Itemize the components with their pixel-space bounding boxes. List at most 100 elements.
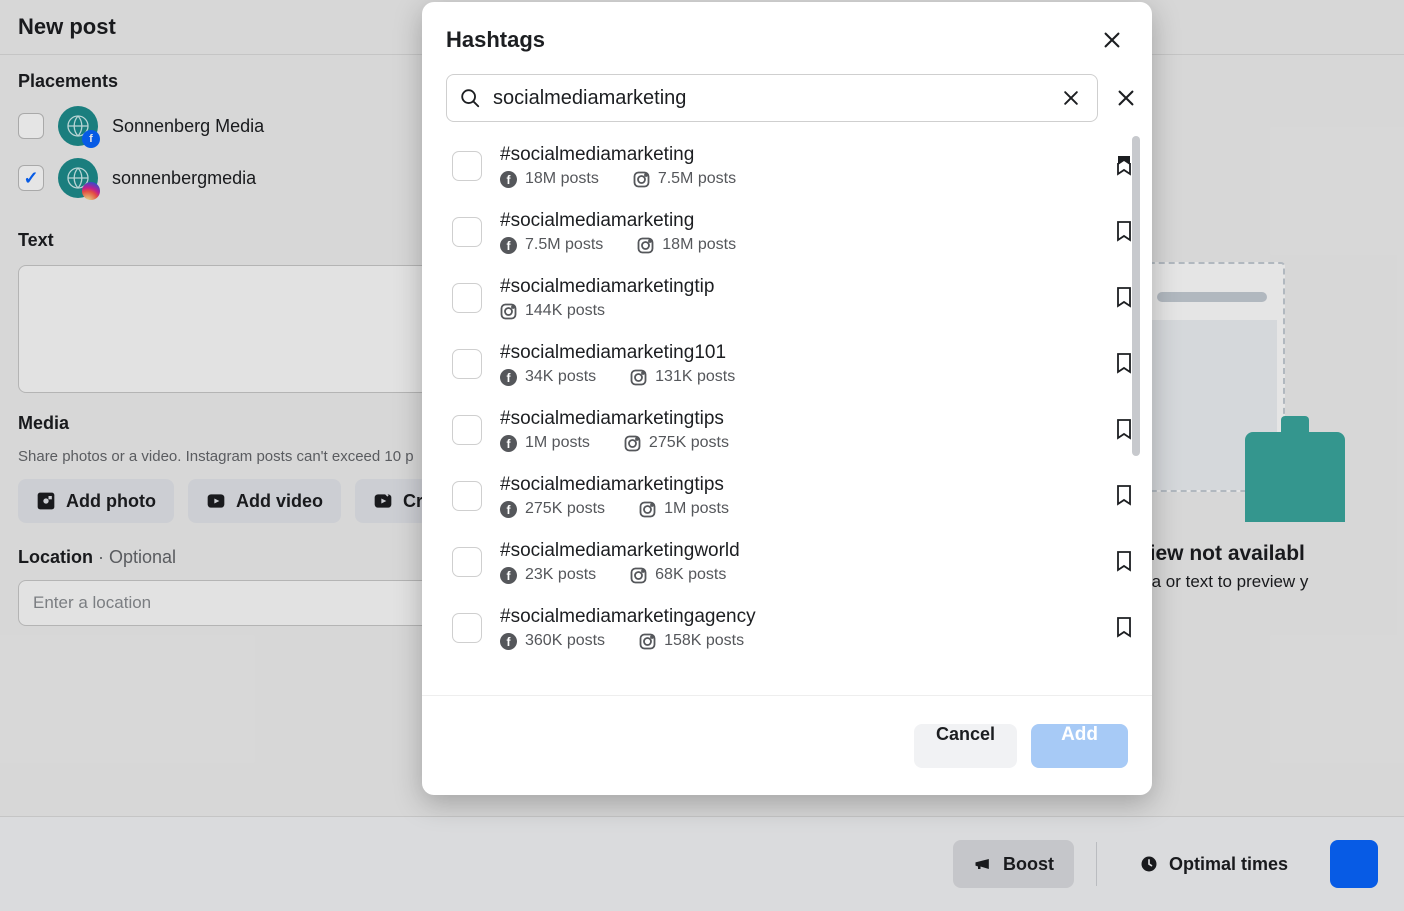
- hashtag-result-row: #socialmediamarketingagency f360K posts 15…: [446, 598, 1144, 656]
- ig-post-count: 275K posts: [624, 434, 729, 452]
- bookmark-icon: [1112, 483, 1136, 507]
- hashtag-text: #socialmediamarketing: [500, 144, 1094, 166]
- instagram-icon: [630, 369, 647, 386]
- location-label: Location: [18, 547, 93, 567]
- hashtag-search-input[interactable]: [493, 87, 1045, 110]
- add-photo-button[interactable]: Add photo: [18, 479, 174, 523]
- hashtags-modal: Hashtags #socialmediamarketingf18M posts…: [422, 2, 1152, 795]
- megaphone-icon: [973, 854, 993, 874]
- instagram-icon: [639, 501, 656, 518]
- hashtag-checkbox[interactable]: [452, 547, 482, 577]
- hashtag-text: #socialmediamarketing: [500, 210, 1094, 232]
- hashtag-checkbox[interactable]: [452, 415, 482, 445]
- hashtag-text: #socialmediamarketingtips: [500, 408, 1094, 430]
- clock-icon: [1139, 854, 1159, 874]
- close-icon: [1061, 88, 1081, 108]
- location-optional: · Optional: [93, 547, 176, 567]
- hashtag-result-row: #socialmediamarketing101 f34K posts 131K p…: [446, 334, 1144, 400]
- add-button[interactable]: Add: [1031, 724, 1128, 768]
- bookmark-button[interactable]: [1112, 549, 1138, 575]
- search-icon: [459, 87, 481, 109]
- fb-post-count: f360K posts: [500, 632, 605, 650]
- fb-post-count: f1M posts: [500, 434, 590, 452]
- instagram-icon: [630, 567, 647, 584]
- ig-post-count: 131K posts: [630, 368, 735, 386]
- fb-post-count: f34K posts: [500, 368, 596, 386]
- add-video-button[interactable]: Add video: [188, 479, 341, 523]
- fb-post-count: f7.5M posts: [500, 236, 603, 254]
- placement-avatar: f: [58, 106, 98, 146]
- photo-icon: [36, 491, 56, 511]
- facebook-icon: f: [500, 435, 517, 452]
- hashtag-checkbox[interactable]: [452, 349, 482, 379]
- bookmark-icon: [1112, 615, 1136, 639]
- ig-post-count: 1M posts: [639, 500, 729, 518]
- boost-button[interactable]: Boost: [953, 840, 1074, 888]
- facebook-icon: f: [500, 171, 517, 188]
- hashtag-text: #socialmediamarketingtip: [500, 276, 1094, 298]
- close-icon: [1115, 87, 1137, 109]
- facebook-icon: f: [500, 369, 517, 386]
- cancel-button[interactable]: Cancel: [914, 724, 1017, 768]
- hashtag-text: #socialmediamarketingagency: [500, 606, 1094, 628]
- facebook-icon: f: [500, 501, 517, 518]
- fb-post-count: f18M posts: [500, 170, 599, 188]
- hashtag-checkbox[interactable]: [452, 613, 482, 643]
- instagram-icon: [637, 237, 654, 254]
- placement-checkbox[interactable]: [18, 113, 44, 139]
- placement-name: sonnenbergmedia: [112, 168, 256, 189]
- close-icon: [1101, 29, 1123, 51]
- hashtag-text: #socialmediamarketingtips: [500, 474, 1094, 496]
- video-icon: [206, 491, 226, 511]
- reel-icon: [373, 491, 393, 511]
- instagram-icon: [624, 435, 641, 452]
- ig-post-count: 7.5M posts: [633, 170, 736, 188]
- optimal-times-label: Optimal times: [1169, 854, 1288, 875]
- bottom-divider: [1096, 842, 1097, 886]
- facebook-icon: f: [500, 567, 517, 584]
- hashtag-result-row: #socialmediamarketingtips f275K posts 1M p…: [446, 466, 1144, 532]
- bookmark-button[interactable]: [1112, 615, 1138, 641]
- placement-avatar: [58, 158, 98, 198]
- hashtag-result-row: #socialmediamarketingtips f1M posts 275K p…: [446, 400, 1144, 466]
- boost-label: Boost: [1003, 854, 1054, 875]
- instagram-badge-icon: [82, 182, 100, 200]
- instagram-icon: [633, 171, 650, 188]
- hashtag-result-row: #socialmediamarketing f7.5M posts 18M post…: [446, 202, 1144, 268]
- hashtag-result-row: #socialmediamarketing f18M posts 7.5M post…: [446, 136, 1144, 202]
- add-video-label: Add video: [236, 491, 323, 512]
- primary-action-button[interactable]: [1330, 840, 1378, 888]
- hashtag-checkbox[interactable]: [452, 151, 482, 181]
- clear-outer-button[interactable]: [1108, 80, 1144, 116]
- ig-post-count: 144K posts: [500, 302, 605, 320]
- placement-name: Sonnenberg Media: [112, 116, 264, 137]
- hashtag-search-box[interactable]: [446, 74, 1098, 122]
- ig-post-count: 158K posts: [639, 632, 744, 650]
- hashtag-checkbox[interactable]: [452, 283, 482, 313]
- bookmark-icon: [1112, 549, 1136, 573]
- hashtag-checkbox[interactable]: [452, 481, 482, 511]
- add-photo-label: Add photo: [66, 491, 156, 512]
- hashtag-result-row: #socialmediamarketingworld f23K posts 68K …: [446, 532, 1144, 598]
- ig-post-count: 68K posts: [630, 566, 726, 584]
- modal-title: Hashtags: [446, 27, 545, 53]
- location-placeholder: Enter a location: [33, 593, 151, 613]
- hashtag-text: #socialmediamarketing101: [500, 342, 1094, 364]
- clear-search-button[interactable]: [1057, 84, 1085, 112]
- hashtag-checkbox[interactable]: [452, 217, 482, 247]
- hashtag-text: #socialmediamarketingworld: [500, 540, 1094, 562]
- instagram-icon: [639, 633, 656, 650]
- close-modal-button[interactable]: [1094, 22, 1130, 58]
- ig-post-count: 18M posts: [637, 236, 736, 254]
- placement-checkbox[interactable]: [18, 165, 44, 191]
- bookmark-button[interactable]: [1112, 483, 1138, 509]
- fb-post-count: f275K posts: [500, 500, 605, 518]
- instagram-icon: [500, 303, 517, 320]
- facebook-badge-icon: f: [82, 130, 100, 148]
- results-scrollbar[interactable]: [1132, 136, 1140, 456]
- facebook-icon: f: [500, 237, 517, 254]
- hashtag-result-row: #socialmediamarketingtip 144K posts: [446, 268, 1144, 334]
- facebook-icon: f: [500, 633, 517, 650]
- fb-post-count: f23K posts: [500, 566, 596, 584]
- optimal-times-button[interactable]: Optimal times: [1119, 840, 1308, 888]
